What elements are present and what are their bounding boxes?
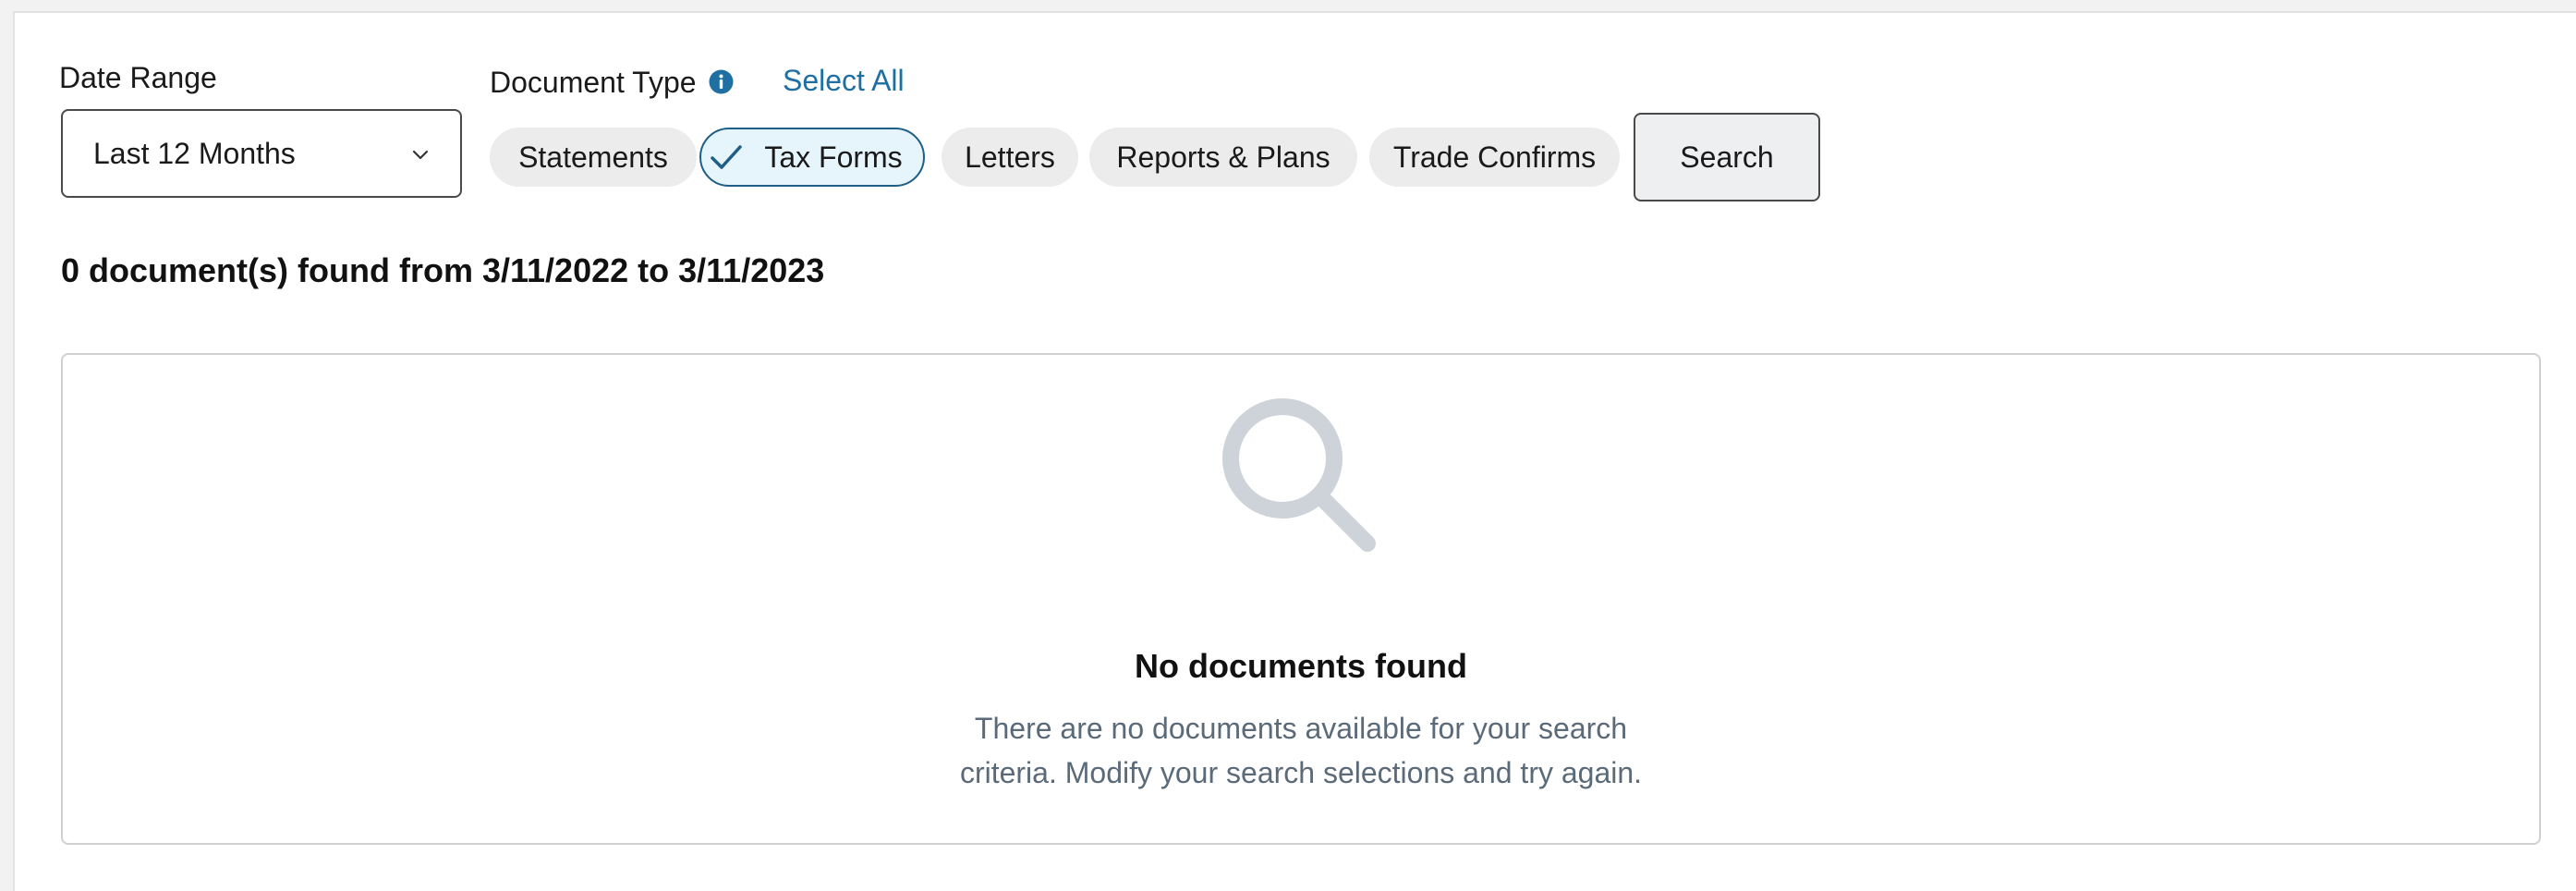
chip-label: Tax Forms <box>764 140 903 174</box>
results-summary: 0 document(s) found from 3/11/2022 to 3/… <box>61 251 825 289</box>
chip-statements[interactable]: Statements <box>490 128 697 187</box>
document-type-label: Document Type <box>490 66 697 99</box>
chip-label: Reports & Plans <box>1116 140 1331 174</box>
date-range-dropdown[interactable]: Last 12 Months <box>61 109 462 198</box>
empty-state: No documents found There are no document… <box>61 353 2541 845</box>
date-range-value: Last 12 Months <box>93 137 296 170</box>
chevron-down-icon <box>412 150 429 160</box>
checkmark-icon <box>711 145 743 169</box>
info-icon[interactable] <box>709 69 734 94</box>
chip-reports-plans[interactable]: Reports & Plans <box>1089 128 1357 187</box>
chip-label: Letters <box>965 140 1055 174</box>
search-icon <box>1222 398 1376 552</box>
chip-trade-confirms[interactable]: Trade Confirms <box>1369 128 1620 187</box>
chip-letters[interactable]: Letters <box>942 128 1078 187</box>
date-range-label: Date Range <box>59 61 217 94</box>
chip-tax-forms[interactable]: Tax Forms <box>699 128 925 187</box>
empty-state-title: No documents found <box>1135 647 1467 685</box>
select-all-link[interactable]: Select All <box>783 64 905 98</box>
chip-label: Statements <box>518 140 668 174</box>
chip-label: Trade Confirms <box>1392 140 1597 174</box>
empty-state-message: There are no documents available for you… <box>959 712 1643 789</box>
search-button[interactable]: Search <box>1634 113 1820 201</box>
documents-panel: Date Range Last 12 Months Document Type … <box>13 11 2576 891</box>
